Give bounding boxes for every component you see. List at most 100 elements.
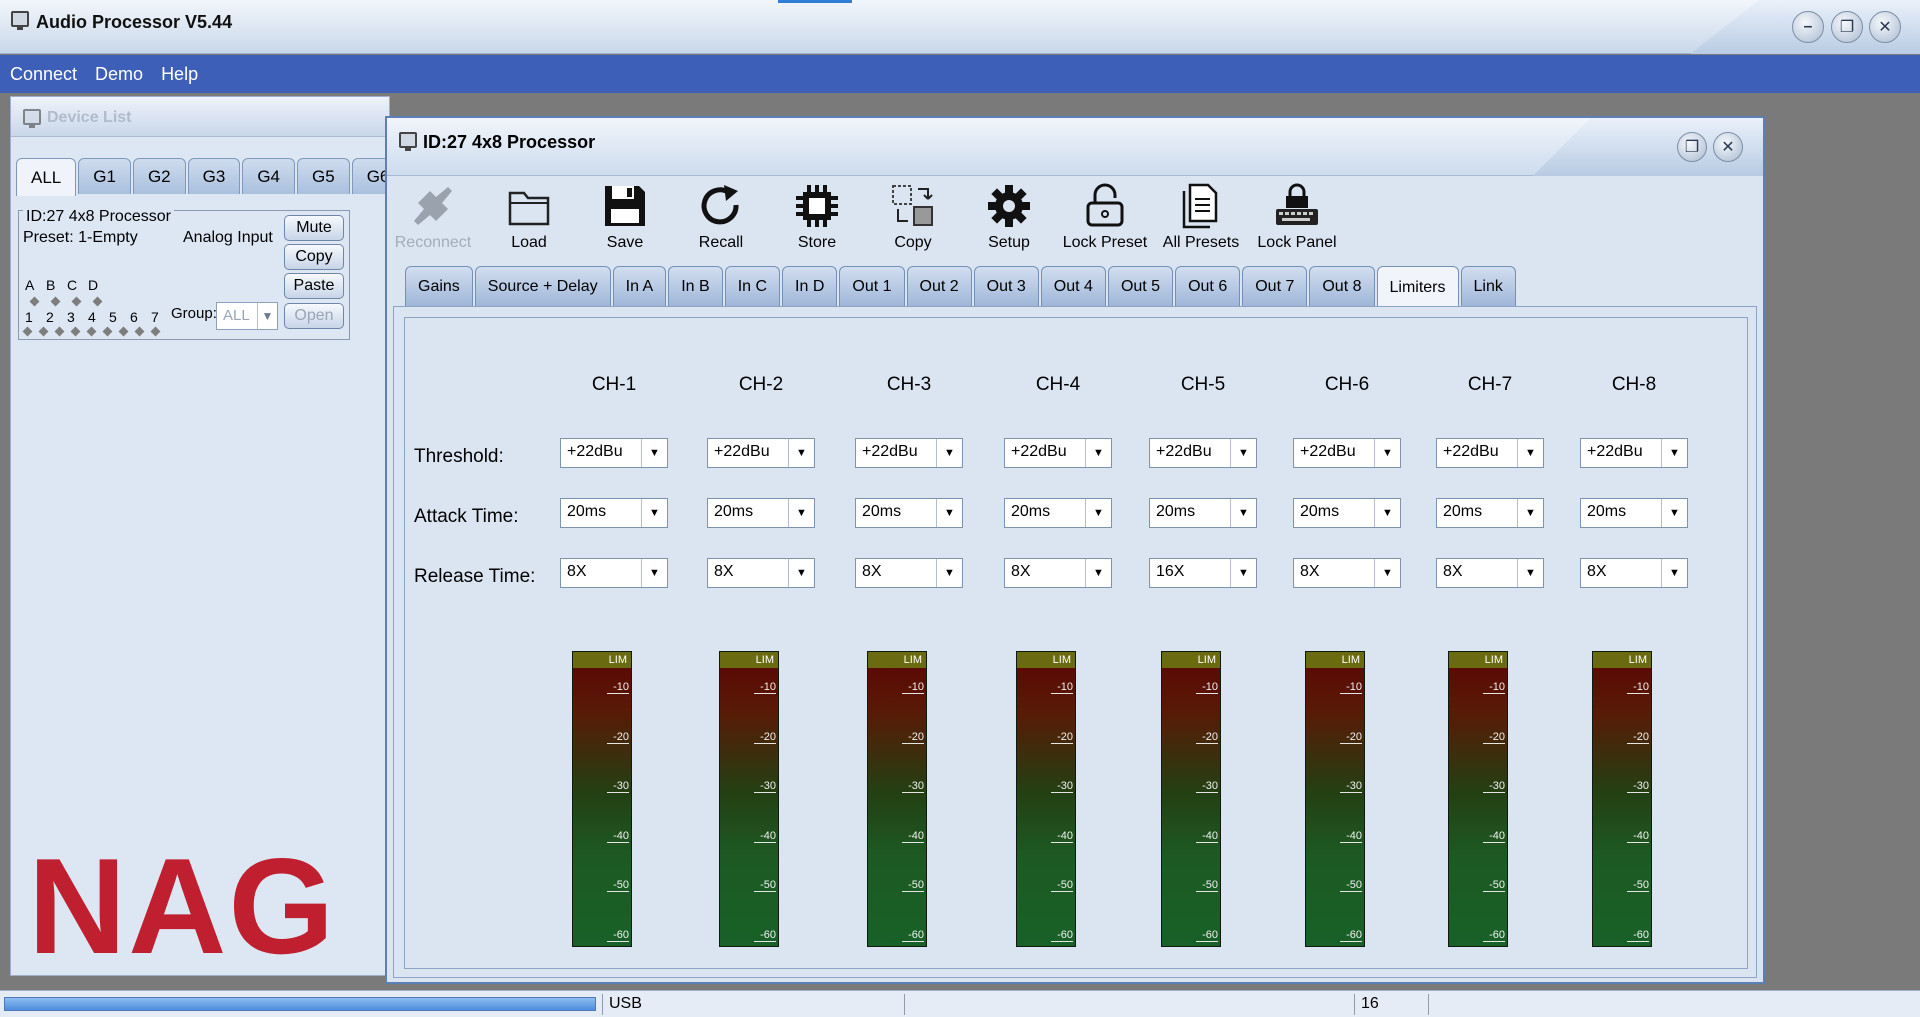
meter-tick: -10 xyxy=(1196,682,1218,694)
tab-out-2[interactable]: Out 2 xyxy=(906,266,972,306)
threshold-select-ch1[interactable]: +22dBu ▼ xyxy=(560,438,668,468)
attack-select-ch4[interactable]: 20ms ▼ xyxy=(1004,498,1112,528)
limiter-indicator: LIM xyxy=(1162,652,1220,668)
chevron-down-icon: ▼ xyxy=(1085,559,1111,587)
release-select-ch8[interactable]: 8X ▼ xyxy=(1580,558,1688,588)
tab-in-a[interactable]: In A xyxy=(612,266,667,306)
release-select-ch2[interactable]: 8X ▼ xyxy=(707,558,815,588)
threshold-select-ch8[interactable]: +22dBu ▼ xyxy=(1580,438,1688,468)
release-select-ch6[interactable]: 8X ▼ xyxy=(1293,558,1401,588)
tab-in-c[interactable]: In C xyxy=(724,266,781,306)
attack-select-ch5[interactable]: 20ms ▼ xyxy=(1149,498,1257,528)
limiter-meter-ch8: LIM -10 -20 -30 -40 -50 -60 xyxy=(1592,651,1652,947)
tab-out-1[interactable]: Out 1 xyxy=(839,266,905,306)
group-tab-all[interactable]: ALL xyxy=(16,158,77,196)
attack-select-ch8[interactable]: 20ms ▼ xyxy=(1580,498,1688,528)
processor-close-button[interactable]: ✕ xyxy=(1713,132,1743,162)
status-bar: USB 16 xyxy=(0,990,1920,1017)
tab-link[interactable]: Link xyxy=(1460,266,1516,306)
limiter-indicator: LIM xyxy=(1306,652,1364,668)
tab-gains[interactable]: Gains xyxy=(405,266,473,306)
chevron-down-icon: ▼ xyxy=(1230,499,1256,527)
limiter-indicator: LIM xyxy=(1449,652,1507,668)
limiter-meter-ch6: LIM -10 -20 -30 -40 -50 -60 xyxy=(1305,651,1365,947)
release-select-ch7[interactable]: 8X ▼ xyxy=(1436,558,1544,588)
tab-out-3[interactable]: Out 3 xyxy=(973,266,1039,306)
meter-tick: -10 xyxy=(1340,682,1362,694)
lock-preset-button[interactable]: Lock Preset xyxy=(1059,180,1151,252)
menu-help[interactable]: Help xyxy=(161,64,198,85)
attack-select-ch2[interactable]: 20ms ▼ xyxy=(707,498,815,528)
attack-select-ch1[interactable]: 20ms ▼ xyxy=(560,498,668,528)
paste-button[interactable]: Paste xyxy=(284,273,344,299)
chevron-down-icon: ▼ xyxy=(257,303,277,329)
tab-in-b[interactable]: In B xyxy=(668,266,723,306)
group-tab-g4[interactable]: G4 xyxy=(242,158,295,194)
threshold-select-ch6[interactable]: +22dBu ▼ xyxy=(1293,438,1401,468)
copy-tool-button[interactable]: Copy xyxy=(867,180,959,252)
tab-out-6[interactable]: Out 6 xyxy=(1175,266,1241,306)
threshold-select-ch2[interactable]: +22dBu ▼ xyxy=(707,438,815,468)
meter-tick: -30 xyxy=(1483,781,1505,793)
tab-out-4[interactable]: Out 4 xyxy=(1040,266,1106,306)
close-button[interactable]: ✕ xyxy=(1869,11,1901,43)
device-preset: Preset: 1-Empty xyxy=(23,229,138,246)
tab-source-delay[interactable]: Source + Delay xyxy=(474,266,611,306)
release-value-ch1: 8X xyxy=(567,563,587,580)
output-label-5: 5 xyxy=(109,309,117,325)
threshold-value-ch3: +22dBu xyxy=(862,443,918,460)
group-tab-g2[interactable]: G2 xyxy=(132,158,186,194)
attack-select-ch3[interactable]: 20ms ▼ xyxy=(855,498,963,528)
all-presets-button[interactable]: All Presets xyxy=(1155,180,1247,252)
limiter-indicator: LIM xyxy=(573,652,631,668)
copy-button[interactable]: Copy xyxy=(284,244,344,270)
release-select-ch4[interactable]: 8X ▼ xyxy=(1004,558,1112,588)
chevron-down-icon: ▼ xyxy=(1517,559,1543,587)
input-label-c: C xyxy=(67,277,78,293)
menu-connect[interactable]: Connect xyxy=(10,64,77,85)
lock-panel-button[interactable]: Lock Panel xyxy=(1251,180,1343,252)
minimize-button[interactable]: – xyxy=(1792,11,1824,43)
meter-tick: -30 xyxy=(1340,781,1362,793)
open-button[interactable]: Open xyxy=(284,303,344,329)
release-select-ch3[interactable]: 8X ▼ xyxy=(855,558,963,588)
threshold-select-ch3[interactable]: +22dBu ▼ xyxy=(855,438,963,468)
load-label: Load xyxy=(511,234,547,251)
release-value-ch2: 8X xyxy=(714,563,734,580)
chevron-down-icon: ▼ xyxy=(1230,439,1256,467)
release-value-ch6: 8X xyxy=(1300,563,1320,580)
device-name: ID:27 4x8 Processor xyxy=(23,208,174,226)
recall-button[interactable]: Recall xyxy=(675,180,767,252)
threshold-select-ch4[interactable]: +22dBu ▼ xyxy=(1004,438,1112,468)
group-tab-g1[interactable]: G1 xyxy=(78,158,131,194)
attack-value-ch2: 20ms xyxy=(714,503,754,520)
tab-limiters[interactable]: Limiters xyxy=(1376,266,1459,308)
attack-select-ch6[interactable]: 20ms ▼ xyxy=(1293,498,1401,528)
processor-restore-button[interactable]: ❐ xyxy=(1677,132,1707,162)
group-select[interactable]: ALL ▼ xyxy=(216,302,278,330)
meter-tick: -50 xyxy=(754,880,776,892)
group-tab-g3[interactable]: G3 xyxy=(187,158,241,194)
reconnect-button[interactable]: Reconnect xyxy=(387,180,479,252)
tab-out-7[interactable]: Out 7 xyxy=(1242,266,1308,306)
release-select-ch1[interactable]: 8X ▼ xyxy=(560,558,668,588)
restore-button[interactable]: ❐ xyxy=(1831,11,1863,43)
mute-button[interactable]: Mute xyxy=(284,215,344,241)
threshold-select-ch5[interactable]: +22dBu ▼ xyxy=(1149,438,1257,468)
input-label-d: D xyxy=(88,277,99,293)
load-button[interactable]: Load xyxy=(483,180,575,252)
threshold-select-ch7[interactable]: +22dBu ▼ xyxy=(1436,438,1544,468)
store-button[interactable]: Store xyxy=(771,180,863,252)
group-tab-g5[interactable]: G5 xyxy=(297,158,350,194)
input-d-indicator xyxy=(92,296,103,307)
menu-demo[interactable]: Demo xyxy=(95,64,143,85)
status-trailing-segment xyxy=(1428,994,1918,1015)
save-button[interactable]: Save xyxy=(579,180,671,252)
setup-button[interactable]: Setup xyxy=(963,180,1055,252)
tab-in-d[interactable]: In D xyxy=(782,266,838,306)
attack-select-ch7[interactable]: 20ms ▼ xyxy=(1436,498,1544,528)
release-select-ch5[interactable]: 16X ▼ xyxy=(1149,558,1257,588)
tab-out-5[interactable]: Out 5 xyxy=(1107,266,1174,306)
tab-out-8[interactable]: Out 8 xyxy=(1309,266,1375,306)
output-9-indicator xyxy=(150,326,161,337)
